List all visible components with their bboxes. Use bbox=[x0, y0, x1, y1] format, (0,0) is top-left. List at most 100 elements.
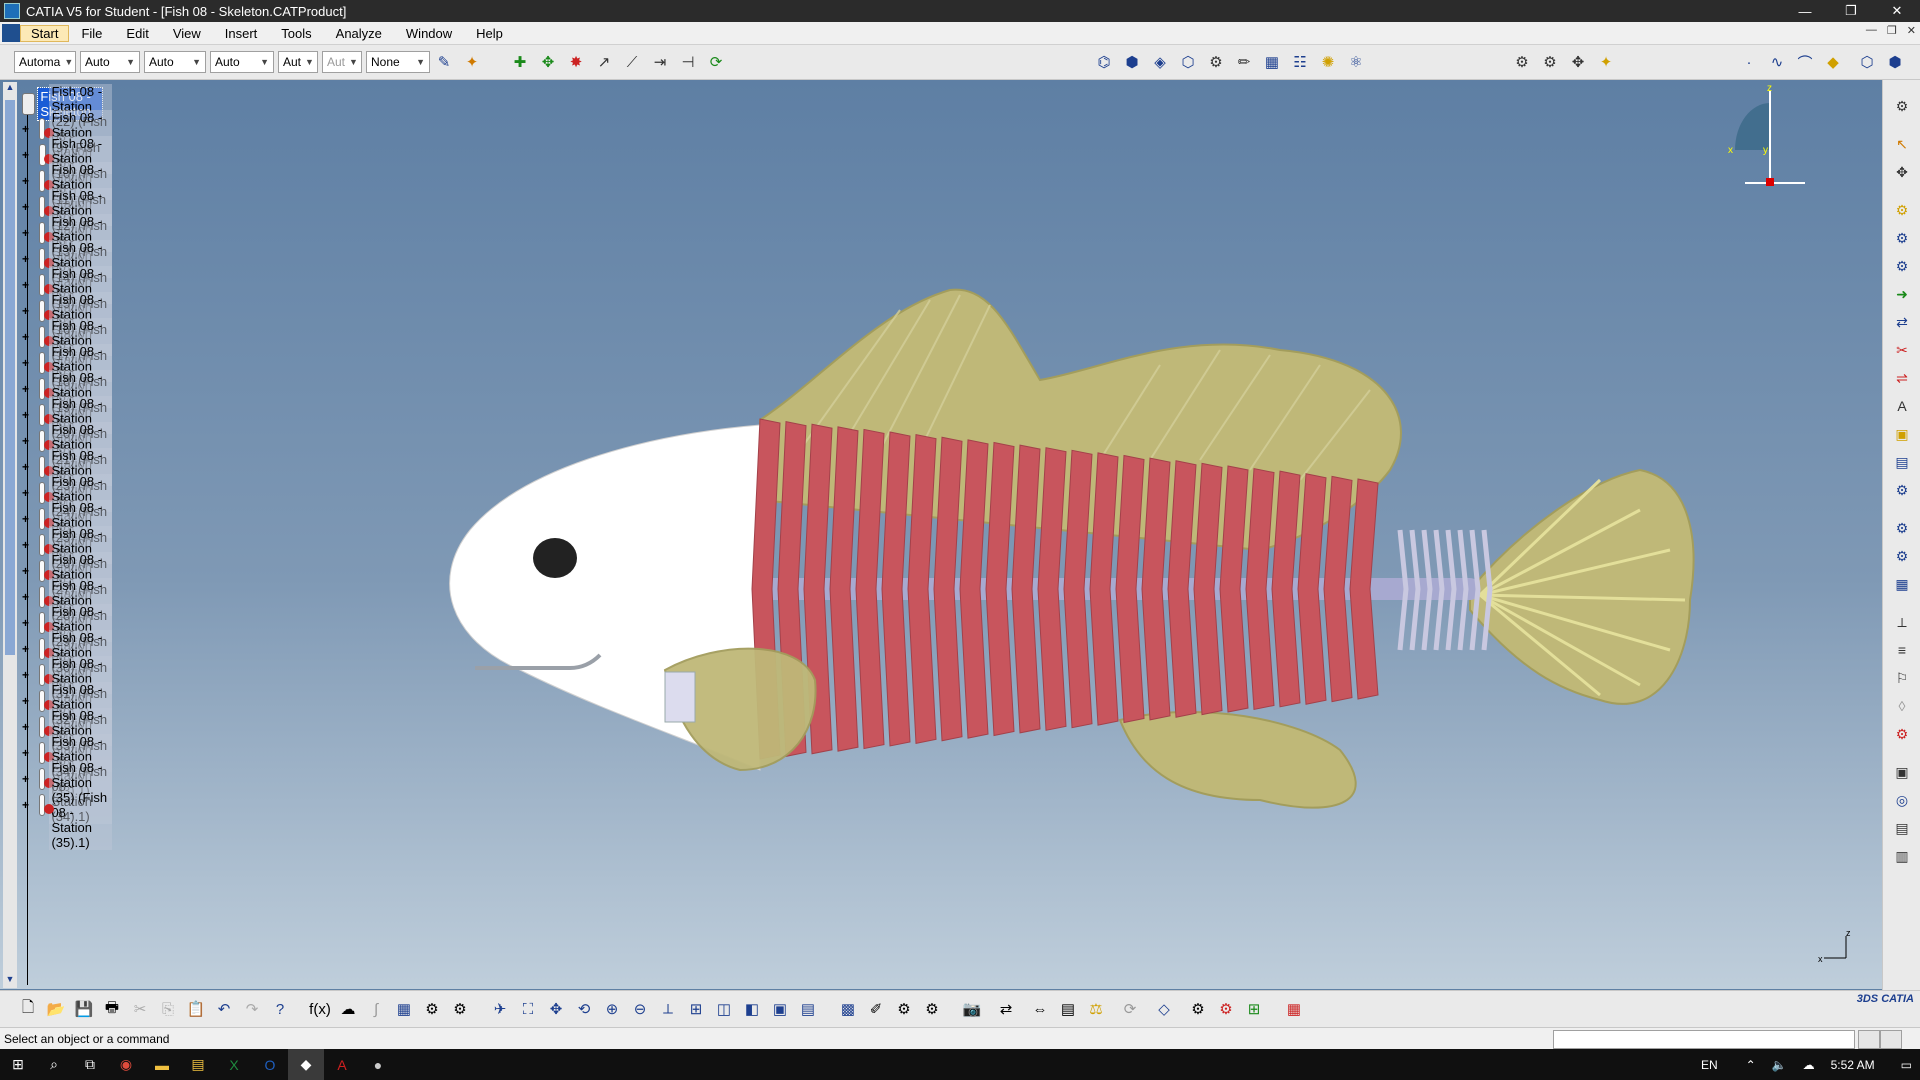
catia-taskbar-icon[interactable]: ◆ bbox=[288, 1049, 324, 1080]
measure-icon[interactable]: ⌬ bbox=[1092, 50, 1116, 74]
catalog-icon[interactable]: ▦ bbox=[1260, 50, 1284, 74]
graph-icon[interactable]: ⚙ bbox=[1214, 997, 1238, 1021]
new-product-icon[interactable]: ⚙ bbox=[1538, 50, 1562, 74]
tree-expand-icon[interactable]: + bbox=[22, 356, 29, 370]
menu-help[interactable]: Help bbox=[464, 26, 515, 41]
add-icon[interactable]: ▥ bbox=[1889, 844, 1915, 868]
color-combo[interactable]: Automa ▼ bbox=[14, 51, 76, 73]
point-type-combo[interactable]: Aut ▼ bbox=[278, 51, 318, 73]
file-explorer-icon[interactable]: ▬ bbox=[144, 1049, 180, 1080]
catia-menu-logo[interactable] bbox=[2, 24, 20, 42]
command-history-button[interactable] bbox=[1880, 1030, 1902, 1049]
tree-node-label[interactable]: Fish 08 - Station (35) (Fish 08 - Statio… bbox=[49, 760, 113, 850]
sectioning-icon[interactable]: ◈ bbox=[1148, 50, 1172, 74]
normal-view-icon[interactable]: ⟂ bbox=[656, 997, 680, 1021]
menu-edit[interactable]: Edit bbox=[114, 26, 160, 41]
swap-space-icon[interactable]: ▤ bbox=[796, 997, 820, 1021]
tree-expand-icon[interactable]: + bbox=[22, 434, 29, 448]
graph-tree-icon[interactable]: ✂ bbox=[1889, 338, 1915, 362]
update-all-icon[interactable]: ⟳ bbox=[1118, 997, 1142, 1021]
tree-expand-icon[interactable]: + bbox=[22, 330, 29, 344]
compass-widget[interactable]: x y z bbox=[1720, 83, 1810, 193]
part-body-icon[interactable]: ⬡ bbox=[1855, 50, 1879, 74]
tree-scrollbar[interactable]: ▲ ▼ bbox=[3, 82, 17, 988]
tree-expand-icon[interactable]: + bbox=[22, 200, 29, 214]
menu-window[interactable]: Window bbox=[394, 26, 464, 41]
coincidence-icon[interactable]: ⇥ bbox=[648, 50, 672, 74]
scroll-up-icon[interactable]: ▲ bbox=[3, 82, 17, 96]
tree-expand-icon[interactable]: + bbox=[22, 148, 29, 162]
open-icon[interactable]: 📂 bbox=[44, 997, 68, 1021]
tree-expand-icon[interactable]: + bbox=[22, 382, 29, 396]
distance-icon[interactable]: ⬡ bbox=[1176, 50, 1200, 74]
doc-close-button[interactable]: ✕ bbox=[1907, 24, 1916, 37]
offset-icon[interactable]: ▦ bbox=[1889, 572, 1915, 596]
tree-expand-icon[interactable]: + bbox=[22, 460, 29, 474]
pocket-icon[interactable]: ▤ bbox=[1889, 816, 1915, 840]
fix-icon[interactable]: ⟋ bbox=[620, 50, 644, 74]
menu-tools[interactable]: Tools bbox=[269, 26, 323, 41]
pan-icon[interactable]: ✥ bbox=[544, 997, 568, 1021]
minimize-button[interactable]: — bbox=[1782, 0, 1828, 22]
reuse-pattern-icon[interactable]: ⚙ bbox=[1889, 478, 1915, 502]
multi-instantiation-icon[interactable]: ▣ bbox=[1889, 422, 1915, 446]
notification-icon[interactable]: ▭ bbox=[1901, 1058, 1912, 1072]
chrome-icon[interactable]: ◉ bbox=[108, 1049, 144, 1080]
compass-handle[interactable] bbox=[1766, 178, 1774, 186]
manipulate-icon[interactable]: ✥ bbox=[1889, 160, 1915, 184]
tree-expand-icon[interactable]: + bbox=[22, 590, 29, 604]
formula-icon[interactable]: f(x) bbox=[308, 997, 332, 1021]
measure-item-icon[interactable]: ▤ bbox=[1056, 997, 1080, 1021]
equation-icon[interactable]: ∫ bbox=[364, 997, 388, 1021]
fast-multi-instantiation-icon[interactable]: ▤ bbox=[1889, 450, 1915, 474]
annotation-icon[interactable]: ⟂ bbox=[1889, 610, 1915, 634]
grid-icon[interactable]: ▦ bbox=[1282, 997, 1306, 1021]
select-icon[interactable]: ↖ bbox=[1889, 132, 1915, 156]
notes-icon[interactable]: ▤ bbox=[180, 1049, 216, 1080]
menu-file[interactable]: File bbox=[69, 26, 114, 41]
tree-expand-icon[interactable]: + bbox=[22, 252, 29, 266]
contact-icon[interactable]: ⊣ bbox=[676, 50, 700, 74]
split-icon[interactable]: ▣ bbox=[1889, 760, 1915, 784]
scroll-thumb[interactable] bbox=[5, 100, 15, 655]
tree-expand-icon[interactable]: + bbox=[22, 772, 29, 786]
tree-expand-icon[interactable]: + bbox=[22, 486, 29, 500]
tree-expand-icon[interactable]: + bbox=[22, 694, 29, 708]
point-icon[interactable]: · bbox=[1737, 50, 1761, 74]
zoom-in-icon[interactable]: ⊕ bbox=[600, 997, 624, 1021]
stop-manipulate-icon[interactable]: ↗ bbox=[592, 50, 616, 74]
sketch-icon[interactable]: ✏ bbox=[1232, 50, 1256, 74]
weld-icon[interactable]: ◊ bbox=[1889, 694, 1915, 718]
contact-side-icon[interactable]: ⚙ bbox=[1889, 544, 1915, 568]
catia-app-icon[interactable] bbox=[4, 3, 20, 19]
generate-bom-icon[interactable]: ⇄ bbox=[994, 997, 1018, 1021]
doc-minimize-button[interactable]: — bbox=[1866, 24, 1877, 37]
tree-expand-icon[interactable]: + bbox=[22, 642, 29, 656]
volume-icon[interactable]: 🔈 bbox=[1772, 1058, 1787, 1072]
new-file-icon[interactable]: 🗋 bbox=[16, 997, 40, 1021]
generate-numbering-icon[interactable]: A bbox=[1889, 394, 1915, 418]
bom-icon[interactable]: ☷ bbox=[1288, 50, 1312, 74]
existing-component-icon[interactable]: ✦ bbox=[1594, 50, 1618, 74]
close-button[interactable]: ✕ bbox=[1874, 0, 1920, 22]
tree-expand-icon[interactable]: + bbox=[22, 408, 29, 422]
doc-restore-button[interactable]: ❐ bbox=[1887, 24, 1897, 37]
3d-viewport[interactable] bbox=[0, 80, 1882, 989]
menu-analyze[interactable]: Analyze bbox=[324, 26, 394, 41]
tree-expand-icon[interactable]: + bbox=[22, 278, 29, 292]
render-style-icon[interactable]: ◧ bbox=[740, 997, 764, 1021]
geometry-icon[interactable]: ◆ bbox=[1821, 50, 1845, 74]
manipulation-icon[interactable]: ✚ bbox=[508, 50, 532, 74]
search-icon[interactable]: ⌕ bbox=[36, 1049, 72, 1080]
cloud-icon[interactable]: ☁ bbox=[1803, 1058, 1815, 1072]
tree-expand-icon[interactable]: + bbox=[22, 304, 29, 318]
catalog-browser-icon[interactable]: ⚙ bbox=[420, 997, 444, 1021]
iso-view-icon[interactable]: ◫ bbox=[712, 997, 736, 1021]
depth-effect-icon[interactable]: ⚙ bbox=[920, 997, 944, 1021]
menu-insert[interactable]: Insert bbox=[213, 26, 270, 41]
measure-between-icon[interactable]: ⇔ bbox=[1028, 997, 1052, 1021]
lighting-icon[interactable]: ⚙ bbox=[892, 997, 916, 1021]
constraints-icon[interactable]: ⚛ bbox=[1344, 50, 1368, 74]
tree-expand-icon[interactable]: + bbox=[22, 538, 29, 552]
line-type-combo[interactable]: Auto ▼ bbox=[210, 51, 274, 73]
